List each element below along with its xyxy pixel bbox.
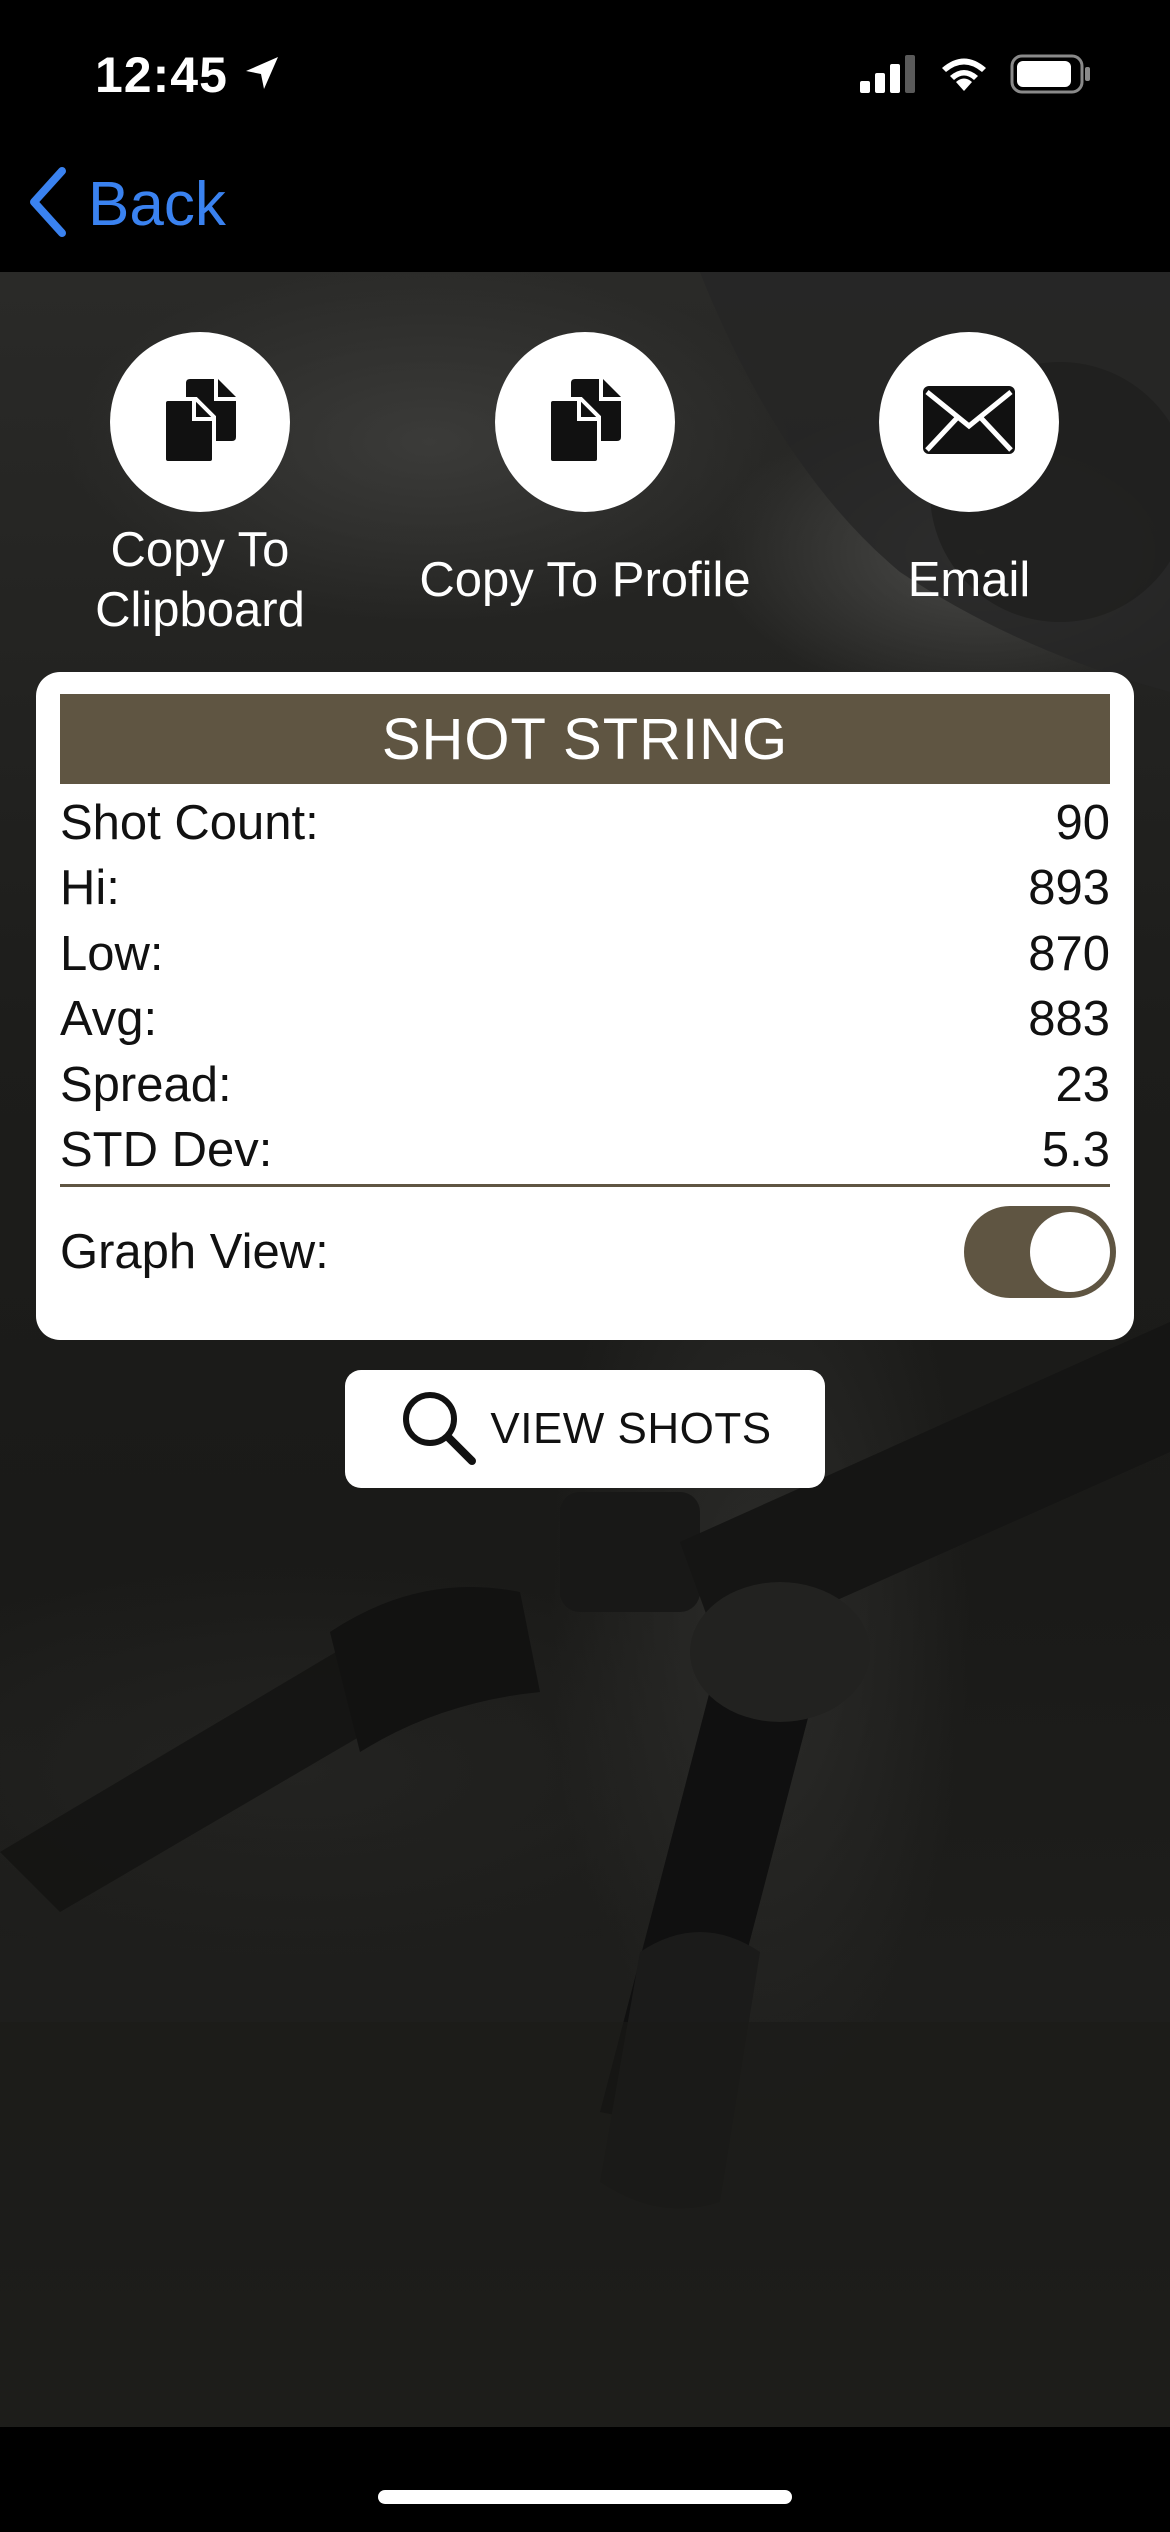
status-time: 12:45 xyxy=(95,47,228,103)
graph-view-label: Graph View: xyxy=(60,1225,329,1279)
stat-value: 23 xyxy=(1055,1057,1110,1112)
home-indicator[interactable] xyxy=(378,2490,792,2504)
battery-icon xyxy=(1010,54,1092,99)
location-arrow-icon xyxy=(242,53,282,98)
stat-label: Spread: xyxy=(60,1057,232,1112)
back-label: Back xyxy=(88,169,226,239)
shot-string-card: SHOT STRING Shot Count: 90 Hi: 893 Low: … xyxy=(36,672,1134,1340)
status-icons xyxy=(860,54,1092,99)
stat-value: 893 xyxy=(1028,861,1110,916)
copy-to-clipboard-button[interactable]: Copy To Clipboard xyxy=(20,332,380,640)
stat-label: Avg: xyxy=(60,992,158,1047)
graph-view-toggle[interactable] xyxy=(964,1206,1116,1298)
stats-list: Shot Count: 90 Hi: 893 Low: 870 Avg: 883… xyxy=(60,790,1110,1183)
screen: 12:45 Back Copy To Clipboard Copy To Pro… xyxy=(0,0,1170,2532)
magnifier-icon xyxy=(398,1387,478,1472)
copy-to-profile-label: Copy To Profile xyxy=(419,553,751,607)
status-time-group: 12:45 xyxy=(95,46,282,104)
card-divider xyxy=(60,1184,1110,1187)
toggle-knob xyxy=(1030,1212,1110,1292)
stat-row-shot-count: Shot Count: 90 xyxy=(60,790,1110,856)
stat-row-std-dev: STD Dev: 5.3 xyxy=(60,1118,1110,1184)
copy-to-profile-button[interactable]: Copy To Profile xyxy=(405,332,765,610)
stat-label: Hi: xyxy=(60,861,120,916)
copy-to-clipboard-circle[interactable] xyxy=(110,332,290,512)
stat-row-low: Low: 870 xyxy=(60,921,1110,987)
nav-bar: Back xyxy=(0,150,1170,272)
stat-label: STD Dev: xyxy=(60,1123,273,1178)
chevron-left-icon xyxy=(26,166,70,242)
stat-value: 870 xyxy=(1028,926,1110,981)
status-bar: 12:45 xyxy=(0,0,1170,150)
view-shots-label: VIEW SHOTS xyxy=(490,1404,772,1453)
stat-value: 90 xyxy=(1055,795,1110,850)
email-button[interactable]: Email xyxy=(789,332,1149,610)
copy-to-profile-circle[interactable] xyxy=(495,332,675,512)
cellular-signal-icon xyxy=(860,55,918,98)
stat-row-avg: Avg: 883 xyxy=(60,987,1110,1053)
stat-row-hi: Hi: 893 xyxy=(60,856,1110,922)
card-title: SHOT STRING xyxy=(60,694,1110,784)
stat-row-spread: Spread: 23 xyxy=(60,1052,1110,1118)
graph-view-row: Graph View: xyxy=(60,1202,1116,1302)
wifi-icon xyxy=(938,55,990,98)
copy-to-clipboard-label: Copy To Clipboard xyxy=(95,523,305,637)
copy-documents-icon xyxy=(545,375,625,470)
action-buttons: Copy To Clipboard Copy To Profile Email xyxy=(0,332,1170,652)
email-label: Email xyxy=(907,553,1031,607)
stat-value: 883 xyxy=(1028,992,1110,1047)
bottom-bar xyxy=(0,2427,1170,2532)
stat-label: Low: xyxy=(60,926,164,981)
copy-documents-icon xyxy=(160,375,240,470)
email-circle[interactable] xyxy=(879,332,1059,512)
back-button[interactable]: Back xyxy=(26,164,226,244)
envelope-icon xyxy=(921,384,1017,461)
stat-label: Shot Count: xyxy=(60,795,319,850)
view-shots-button[interactable]: VIEW SHOTS xyxy=(345,1370,825,1488)
stat-value: 5.3 xyxy=(1041,1123,1110,1178)
